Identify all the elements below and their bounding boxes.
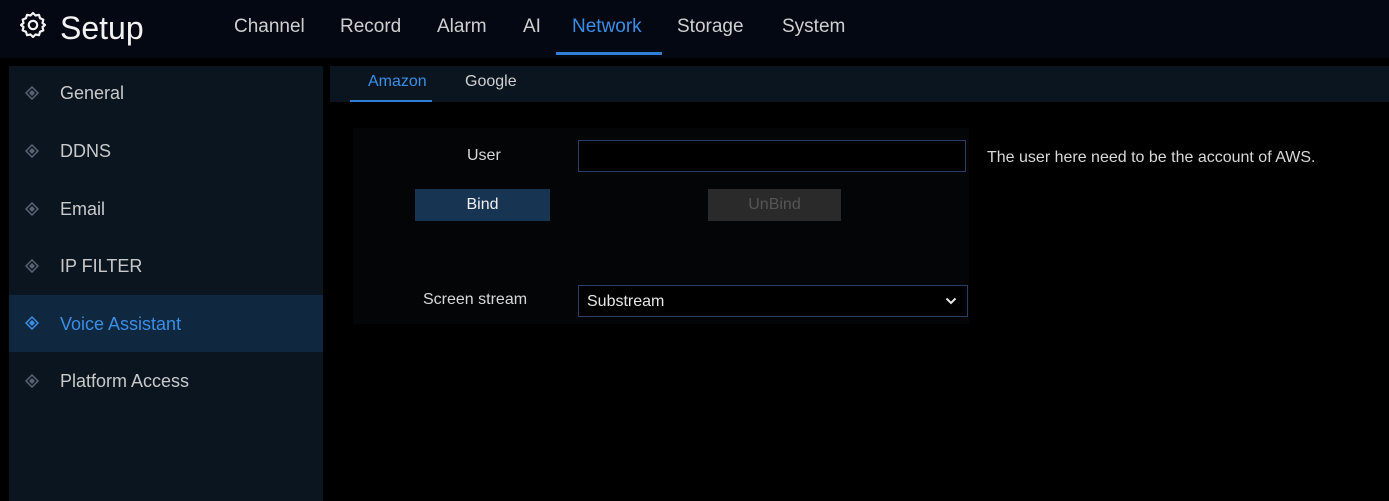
active-subtab-underline	[350, 100, 432, 102]
unbind-button[interactable]: UnBind	[708, 189, 841, 221]
sidebar-item-label: DDNS	[60, 141, 112, 161]
sidebar-item-label: Voice Assistant	[60, 314, 182, 334]
tab-channel[interactable]: Channel	[234, 14, 305, 40]
sidebar-item-label: IP FILTER	[60, 256, 143, 276]
subtab-bar: Amazon Google	[330, 66, 1389, 102]
diamond-icon	[25, 316, 39, 330]
diamond-icon	[25, 144, 39, 158]
tab-record[interactable]: Record	[340, 14, 401, 40]
screen-stream-label: Screen stream	[423, 291, 528, 308]
user-input[interactable]	[578, 140, 966, 172]
sidebar-item-platform-access[interactable]: Platform Access	[9, 354, 323, 410]
subtab-amazon[interactable]: Amazon	[368, 71, 427, 93]
bind-button[interactable]: Bind	[415, 189, 550, 221]
tab-storage[interactable]: Storage	[677, 14, 744, 40]
user-hint: The user here need to be the account of …	[987, 149, 1316, 166]
tab-ai[interactable]: AI	[523, 14, 541, 40]
sidebar-item-voice-assistant[interactable]: Voice Assistant	[9, 295, 323, 352]
sidebar: General DDNS Email IP FILTER Voice Assis…	[9, 66, 323, 501]
sidebar-item-label: Platform Access	[60, 371, 190, 391]
tab-system[interactable]: System	[782, 14, 845, 40]
active-tab-underline	[556, 52, 662, 55]
sidebar-item-label: General	[60, 83, 125, 103]
sidebar-item-general[interactable]: General	[9, 66, 323, 122]
gear-icon	[20, 12, 46, 38]
tab-network[interactable]: Network	[572, 14, 642, 40]
app-title: Setup	[60, 10, 144, 46]
sidebar-item-label: Email	[60, 199, 106, 219]
user-label: User	[467, 147, 501, 164]
diamond-icon	[25, 259, 39, 273]
diamond-icon	[25, 374, 39, 388]
screen-stream-value: Substream	[587, 293, 665, 310]
sidebar-item-ddns[interactable]: DDNS	[9, 124, 323, 180]
diamond-icon	[25, 202, 39, 216]
screen-stream-select[interactable]: Substream	[578, 285, 968, 317]
top-bar: Setup Channel Record Alarm AI Network St…	[0, 0, 1389, 58]
tab-alarm[interactable]: Alarm	[437, 14, 487, 40]
sidebar-item-ip-filter[interactable]: IP FILTER	[9, 239, 323, 295]
sidebar-item-email[interactable]: Email	[9, 182, 323, 238]
chevron-down-icon	[945, 297, 957, 305]
subtab-google[interactable]: Google	[465, 71, 517, 93]
diamond-icon	[25, 86, 39, 100]
